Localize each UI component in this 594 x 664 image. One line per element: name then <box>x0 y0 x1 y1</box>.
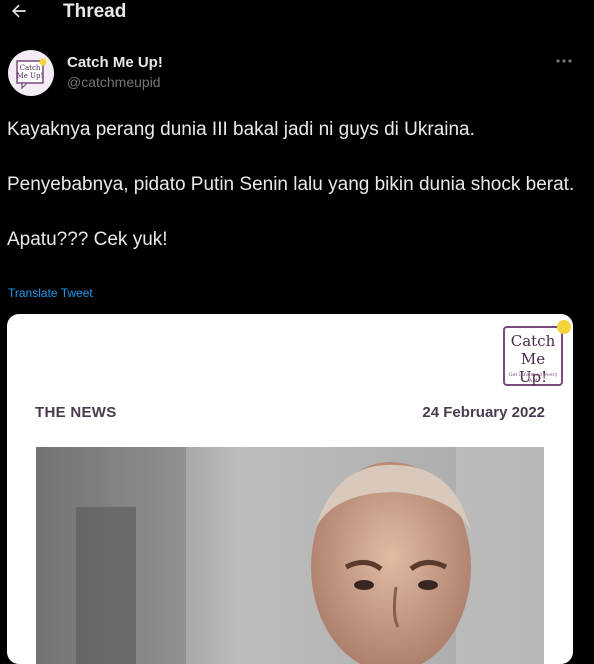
news-photo <box>36 447 544 664</box>
logo-text-line1: Catch <box>510 332 556 350</box>
tweet-paragraph: Apatu??? Cek yuk! <box>7 229 168 250</box>
news-section-label: THE NEWS <box>35 404 117 421</box>
page-title: Thread <box>63 1 127 22</box>
tweet-paragraph: Kayaknya perang dunia III bakal jadi ni … <box>7 119 475 140</box>
avatar[interactable]: Catch Me Up! <box>8 50 54 96</box>
more-options-button[interactable] <box>553 52 575 70</box>
avatar-text-line2: Me Up! <box>17 72 44 80</box>
tweet-paragraph: Penyebabnya, pidato Putin Senin lalu yan… <box>7 174 575 195</box>
author-name[interactable]: Catch Me Up! <box>67 54 163 71</box>
logo-dot-icon <box>557 320 571 334</box>
tweet-media-card[interactable]: Catch Me Up! Get informed every AM THE N… <box>7 314 573 664</box>
more-horizontal-icon <box>556 59 572 63</box>
author-handle[interactable]: @catchmeupid <box>67 74 161 90</box>
arrow-left-icon <box>12 4 26 18</box>
thread-header: Thread <box>0 0 594 24</box>
tweet-text: Kayaknya perang dunia III bakal jadi ni … <box>7 116 577 253</box>
catch-me-up-logo: Catch Me Up! Get informed every AM <box>503 326 563 386</box>
back-button[interactable] <box>6 0 32 24</box>
translate-tweet-link[interactable]: Translate Tweet <box>8 286 93 300</box>
news-date: 24 February 2022 <box>422 404 545 421</box>
logo-tagline: Get informed every AM <box>508 372 558 384</box>
avatar-text-line1: Catch <box>20 64 41 72</box>
